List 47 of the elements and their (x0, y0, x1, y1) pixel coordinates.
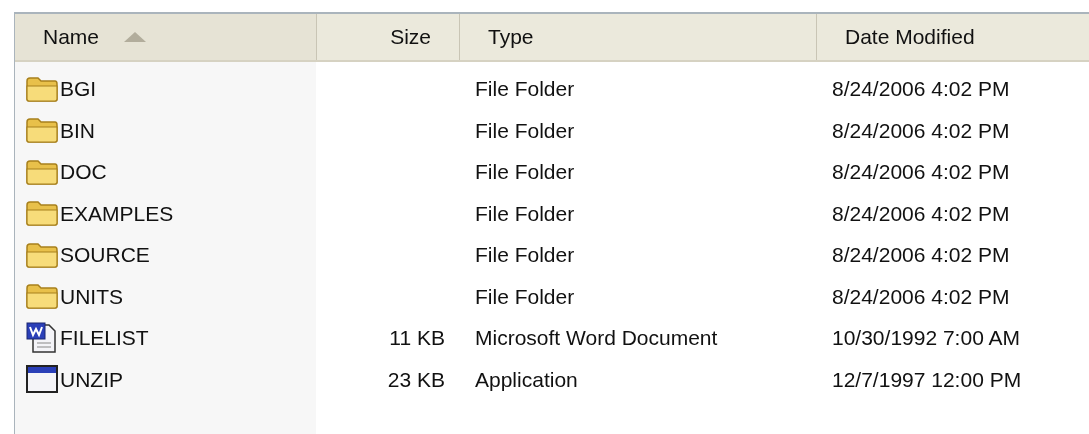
date-modified: 10/30/1992 7:00 AM (832, 325, 1020, 351)
date-modified: 8/24/2006 4:02 PM (832, 283, 1010, 310)
file-row[interactable]: UNITS (15, 275, 316, 317)
sort-ascending-icon (123, 31, 148, 43)
date-modified: 8/24/2006 4:02 PM (832, 242, 1010, 268)
file-type: File Folder (475, 242, 575, 268)
file-type: Microsoft Word Document (475, 325, 718, 351)
file-name: SOURCE (60, 242, 150, 268)
file-name: FILELIST (60, 325, 149, 351)
file-type: File Folder (475, 159, 575, 185)
folder-icon (25, 157, 59, 186)
file-name: BIN (60, 117, 95, 144)
file-name: DOC (60, 159, 107, 185)
file-type: File Folder (475, 117, 575, 144)
file-row[interactable]: UNZIP (15, 358, 316, 400)
file-name: BGI (60, 76, 97, 102)
word-document-icon (25, 320, 59, 355)
file-row[interactable]: BIN (15, 109, 316, 151)
folder-icon (25, 74, 59, 103)
column-header[interactable]: Size (316, 14, 459, 60)
date-modified: 12/7/1997 12:00 PM (832, 366, 1022, 393)
column-header[interactable]: Date Modified (816, 14, 1089, 60)
date-modified: 8/24/2006 4:02 PM (832, 200, 1010, 227)
file-row[interactable]: FILELIST (15, 317, 316, 359)
file-name: UNITS (60, 283, 123, 310)
column-header[interactable]: Name (15, 14, 316, 60)
file-size: 11 KB (389, 325, 445, 351)
file-type: File Folder (475, 76, 575, 102)
file-row[interactable]: DOC (15, 151, 316, 193)
file-name: EXAMPLES (60, 200, 174, 227)
column-header[interactable]: Type (459, 14, 816, 60)
date-modified: 8/24/2006 4:02 PM (832, 117, 1010, 144)
file-size: 23 KB (387, 366, 445, 393)
file-row[interactable]: SOURCE (15, 234, 316, 276)
folder-icon (25, 199, 59, 228)
file-name: UNZIP (60, 366, 123, 393)
file-type: File Folder (475, 200, 575, 227)
folder-icon (25, 282, 59, 311)
folder-icon (25, 116, 59, 145)
file-row[interactable]: BGI (15, 68, 316, 110)
application-window-icon (25, 364, 59, 395)
file-type: Application (475, 366, 578, 393)
file-type: File Folder (475, 283, 575, 310)
date-modified: 8/24/2006 4:02 PM (832, 159, 1010, 185)
folder-icon (25, 240, 59, 269)
date-modified: 8/24/2006 4:02 PM (832, 76, 1010, 102)
file-row[interactable]: EXAMPLES (15, 192, 316, 234)
